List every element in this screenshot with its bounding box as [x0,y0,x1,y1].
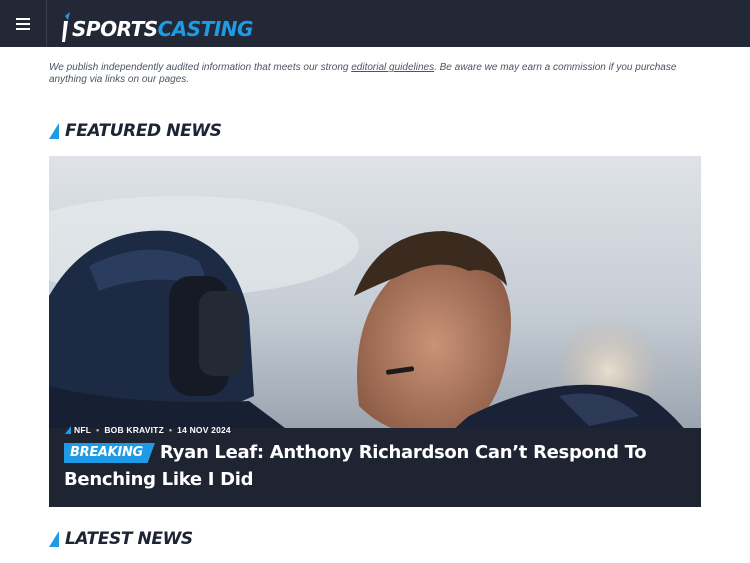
article-headline[interactable]: BREAKING Ryan Leaf: Anthony Richardson Ca… [64,439,674,493]
breaking-badge: BREAKING [64,443,155,463]
section-title: FEATURED NEWS [65,121,222,141]
hamburger-icon [16,17,30,30]
editorial-guidelines-link[interactable]: editorial guidelines [351,62,434,73]
article-date: 14 NOV 2024 [177,425,231,435]
menu-button[interactable] [0,0,47,47]
category-marker-icon [65,426,71,434]
category-label: NFL [74,425,92,435]
section-marker-icon [49,123,59,139]
sportscasting-logo[interactable]: SPORTS CASTING [62,6,253,42]
logo-text-sports: SPORTS [72,17,158,41]
article-category[interactable]: NFL [65,425,91,435]
article-author[interactable]: BOB KRAVITZ [104,425,164,435]
article-meta: NFL • BOB KRAVITZ • 14 NOV 2024 [65,425,231,435]
meta-separator: • [96,425,100,435]
featured-news-heading: FEATURED NEWS [49,121,222,141]
section-marker-icon [49,531,59,547]
logo-mark-icon [62,12,70,42]
logo-text-casting: CASTING [157,17,254,41]
meta-separator: • [168,425,173,435]
latest-news-heading: LATEST NEWS [49,529,193,549]
featured-article-card[interactable]: NFL • BOB KRAVITZ • 14 NOV 2024 BREAKING… [49,156,701,507]
top-navigation-bar: SPORTS CASTING [0,0,750,47]
disclaimer-text: We publish independently audited informa… [49,62,352,73]
section-title: LATEST NEWS [65,529,193,549]
affiliate-disclaimer: We publish independently audited informa… [49,62,699,86]
